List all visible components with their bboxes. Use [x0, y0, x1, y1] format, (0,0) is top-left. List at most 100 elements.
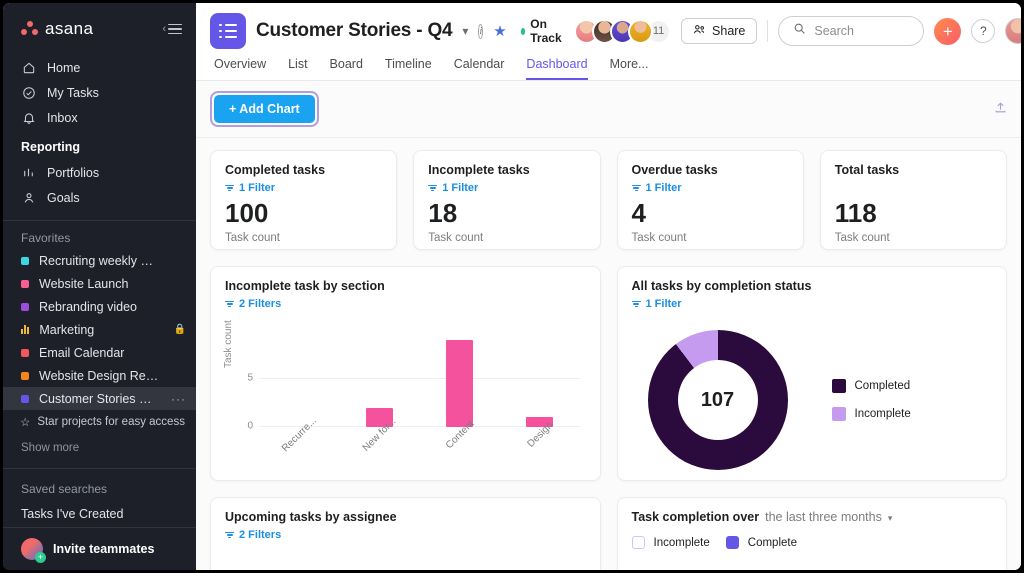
- donut-ring[interactable]: 107: [647, 330, 788, 470]
- lock-icon: 🔒: [173, 324, 186, 335]
- check-circle-icon: [21, 85, 36, 100]
- bar-slot[interactable]: [339, 330, 419, 427]
- favorite-recruiting-weekly[interactable]: Recruiting weekly me...: [3, 249, 196, 272]
- dashboard-canvas: Completed tasks 1 Filter 100 Task count …: [196, 138, 1021, 570]
- tab-calendar[interactable]: Calendar: [454, 57, 505, 80]
- sidebar-item-label: Home: [47, 60, 81, 75]
- sidebar-item-goals[interactable]: Goals: [3, 185, 196, 210]
- asana-mark-icon: [21, 21, 39, 37]
- info-circle-icon[interactable]: i: [478, 23, 484, 39]
- topbar-row: Customer Stories - Q4 ▾ i ★ On Track 11: [210, 13, 1021, 49]
- portfolio-chart-icon: [21, 325, 30, 334]
- collapse-sidebar-icon[interactable]: ‹: [162, 23, 182, 35]
- favorite-marketing[interactable]: Marketing 🔒: [3, 318, 196, 341]
- sidebar-item-home[interactable]: Home: [3, 55, 196, 80]
- favorite-email-calendar[interactable]: Email Calendar: [3, 341, 196, 364]
- stat-card-total-tasks[interactable]: Total tasks 118 Task count: [819, 150, 1007, 250]
- legend-item-complete[interactable]: Complete: [725, 536, 797, 549]
- add-chart-button[interactable]: + Add Chart: [214, 95, 315, 123]
- bar-slot[interactable]: [499, 330, 579, 427]
- sidebar-item-inbox[interactable]: Inbox: [3, 105, 196, 130]
- filter-link[interactable]: 2 Filters: [225, 298, 586, 310]
- tab-dashboard[interactable]: Dashboard: [526, 57, 588, 80]
- favorite-rebranding-video[interactable]: Rebranding video: [3, 295, 196, 318]
- create-button[interactable]: +: [934, 17, 962, 45]
- donut-center: 107: [677, 360, 758, 440]
- legend-item-incomplete[interactable]: Incomplete: [631, 536, 710, 549]
- legend-item-completed[interactable]: Completed: [831, 379, 911, 393]
- favorite-customer-stories-q4[interactable]: Customer Stories - Q4 ···: [3, 387, 196, 410]
- member-avatars[interactable]: 11: [574, 18, 672, 44]
- project-color-dot: [21, 371, 29, 380]
- stat-card-incomplete-tasks[interactable]: Incomplete tasks 1 Filter 18 Task count: [413, 150, 601, 250]
- stat-card-completed-tasks[interactable]: Completed tasks 1 Filter 100 Task count: [210, 150, 398, 250]
- tab-list[interactable]: List: [288, 57, 307, 80]
- project-color-dot: [21, 348, 29, 357]
- filter-link[interactable]: 1 Filter: [428, 182, 585, 194]
- x-slot: Recurre...: [259, 415, 339, 479]
- invite-teammates-button[interactable]: Invite teammates: [3, 527, 196, 570]
- help-button[interactable]: ?: [971, 19, 996, 43]
- bar-slot[interactable]: [419, 330, 499, 427]
- tab-overview[interactable]: Overview: [214, 57, 266, 80]
- chart-title: Incomplete task by section: [225, 279, 385, 293]
- filter-label: 1 Filter: [645, 182, 682, 194]
- add-chart-focus-ring: + Add Chart: [210, 91, 319, 127]
- hamburger-icon: [168, 23, 182, 35]
- favorite-website-design-requests[interactable]: Website Design Requ...: [3, 364, 196, 387]
- asana-logo[interactable]: asana: [21, 19, 93, 39]
- bar-slot[interactable]: [259, 330, 339, 427]
- share-label: Share: [712, 24, 746, 38]
- chart-card-completion-status[interactable]: All tasks by completion status 1 Filter …: [616, 266, 1007, 481]
- filter-link[interactable]: 1 Filter: [631, 182, 789, 194]
- filter-label: 2 Filters: [239, 298, 282, 310]
- saved-search-tasks-ive-created[interactable]: Tasks I've Created: [3, 502, 196, 526]
- dashboard-toolbar: + Add Chart: [196, 81, 1021, 138]
- legend-swatch: [725, 536, 739, 549]
- favorites-section-header: Favorites: [21, 231, 71, 245]
- sidebar-item-my-tasks[interactable]: My Tasks: [3, 80, 196, 105]
- time-range-dropdown[interactable]: the last three months: [765, 510, 882, 524]
- star-filled-icon[interactable]: ★: [493, 22, 506, 40]
- legend-label: Incomplete: [653, 536, 710, 549]
- chevron-down-icon[interactable]: ▾: [888, 513, 893, 524]
- chevron-down-icon[interactable]: ▾: [462, 24, 468, 38]
- tab-board[interactable]: Board: [330, 57, 363, 80]
- filter-link[interactable]: 2 Filters: [225, 529, 586, 541]
- chart-card-upcoming-by-assignee[interactable]: Upcoming tasks by assignee 2 Filters: [210, 497, 601, 570]
- stat-value: 18: [428, 198, 458, 228]
- search-box[interactable]: [778, 16, 925, 46]
- bell-icon: [21, 110, 36, 125]
- profile-avatar[interactable]: [1005, 18, 1021, 44]
- x-slot: New for...: [339, 416, 419, 479]
- status-badge[interactable]: On Track: [520, 17, 564, 45]
- search-icon: [793, 22, 806, 40]
- filter-link[interactable]: 1 Filter: [225, 182, 382, 194]
- favorite-label: Marketing: [39, 322, 95, 337]
- bar[interactable]: [445, 339, 473, 427]
- tab-more[interactable]: More...: [610, 57, 649, 80]
- share-button[interactable]: Share: [681, 18, 758, 44]
- tab-timeline[interactable]: Timeline: [385, 57, 432, 80]
- favorite-label: Email Calendar: [39, 345, 125, 360]
- completion-legend: Incomplete Complete: [631, 536, 993, 549]
- favorite-label: Website Design Requ...: [39, 368, 161, 383]
- favorite-website-launch[interactable]: Website Launch: [3, 272, 196, 295]
- sidebar-item-portfolios[interactable]: Portfolios: [3, 160, 196, 185]
- show-more-button[interactable]: Show more: [3, 434, 196, 458]
- chart-card-incomplete-by-section[interactable]: Incomplete task by section 2 Filters Tas…: [210, 266, 601, 481]
- filter-link[interactable]: 1 Filter: [631, 298, 993, 310]
- legend-label: Completed: [854, 380, 911, 392]
- stat-card-overdue-tasks[interactable]: Overdue tasks 1 Filter 4 Task count: [616, 150, 804, 250]
- avatar[interactable]: [628, 18, 654, 44]
- donut-chart: 107 Completed Incomplete: [632, 320, 993, 480]
- chart-card-task-completion-over-time[interactable]: Task completion over the last three mont…: [616, 497, 1007, 570]
- topbar-right: 11 Share +: [574, 16, 1021, 46]
- star-projects-hint[interactable]: ☆ Star projects for easy access: [3, 410, 196, 434]
- search-input[interactable]: [814, 24, 910, 38]
- bottom-chart-grid: Upcoming tasks by assignee 2 Filters Tas…: [210, 497, 1007, 570]
- export-icon[interactable]: [994, 101, 1007, 117]
- stat-filter-placeholder: [835, 177, 992, 194]
- legend-item-incomplete[interactable]: Incomplete: [831, 407, 911, 421]
- overflow-menu-icon[interactable]: ···: [171, 392, 186, 406]
